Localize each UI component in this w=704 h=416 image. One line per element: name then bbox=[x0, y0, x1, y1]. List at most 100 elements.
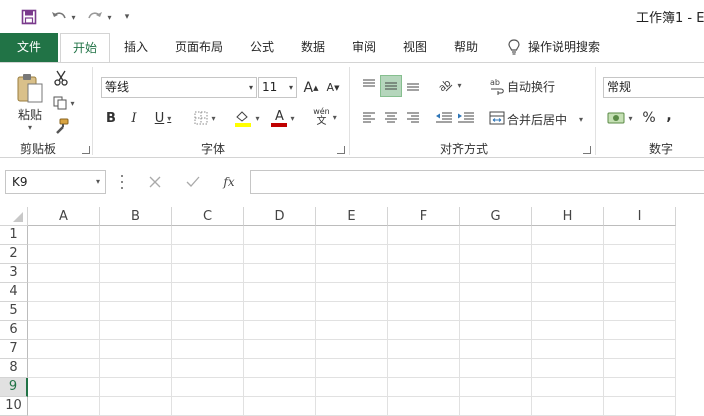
align-left-icon[interactable] bbox=[359, 108, 379, 128]
cell-e2[interactable] bbox=[316, 245, 388, 264]
cell-h4[interactable] bbox=[532, 283, 604, 302]
accounting-format-button[interactable]: ▾ bbox=[604, 108, 636, 128]
cell-g10[interactable] bbox=[460, 397, 532, 416]
cell-i7[interactable] bbox=[604, 340, 676, 359]
cell-e4[interactable] bbox=[316, 283, 388, 302]
tab-help[interactable]: 帮助 bbox=[448, 33, 484, 62]
save-icon[interactable] bbox=[18, 7, 40, 27]
cell-g8[interactable] bbox=[460, 359, 532, 378]
select-all-corner[interactable] bbox=[0, 207, 28, 226]
cell-c9[interactable] bbox=[172, 378, 244, 397]
cell-i5[interactable] bbox=[604, 302, 676, 321]
cell-a6[interactable] bbox=[28, 321, 100, 340]
cell-e3[interactable] bbox=[316, 264, 388, 283]
cell-a7[interactable] bbox=[28, 340, 100, 359]
cell-a1[interactable] bbox=[28, 226, 100, 245]
cell-d7[interactable] bbox=[244, 340, 316, 359]
cell-a10[interactable] bbox=[28, 397, 100, 416]
alignment-launcher-icon[interactable] bbox=[583, 146, 591, 154]
tab-file[interactable]: 文件 bbox=[0, 33, 58, 62]
tab-home[interactable]: 开始 bbox=[60, 33, 110, 63]
row-header-5[interactable]: 5 bbox=[0, 302, 28, 321]
cell-d3[interactable] bbox=[244, 264, 316, 283]
cell-b1[interactable] bbox=[100, 226, 172, 245]
cell-h9[interactable] bbox=[532, 378, 604, 397]
cell-c4[interactable] bbox=[172, 283, 244, 302]
cell-c6[interactable] bbox=[172, 321, 244, 340]
comma-style-button[interactable]: , bbox=[662, 106, 676, 126]
cell-c8[interactable] bbox=[172, 359, 244, 378]
cell-g1[interactable] bbox=[460, 226, 532, 245]
cell-e5[interactable] bbox=[316, 302, 388, 321]
enter-icon[interactable] bbox=[184, 173, 202, 191]
lightbulb-icon[interactable] bbox=[504, 33, 524, 62]
cell-e8[interactable] bbox=[316, 359, 388, 378]
cell-f4[interactable] bbox=[388, 283, 460, 302]
clipboard-launcher-icon[interactable] bbox=[82, 146, 90, 154]
row-header-7[interactable]: 7 bbox=[0, 340, 28, 359]
decrease-indent-icon[interactable] bbox=[433, 108, 455, 128]
cell-a9[interactable] bbox=[28, 378, 100, 397]
cell-g2[interactable] bbox=[460, 245, 532, 264]
worksheet-grid[interactable]: ABCDEFGHI 1 2 3 4 5 6 7 8 9 10 bbox=[0, 207, 704, 416]
formula-input[interactable] bbox=[250, 170, 704, 194]
cell-b8[interactable] bbox=[100, 359, 172, 378]
cell-h2[interactable] bbox=[532, 245, 604, 264]
cell-c1[interactable] bbox=[172, 226, 244, 245]
customize-icon[interactable]: ▾ bbox=[120, 7, 134, 27]
orientation-icon[interactable]: ab ▾ bbox=[434, 75, 464, 95]
cell-b5[interactable] bbox=[100, 302, 172, 321]
cell-b3[interactable] bbox=[100, 264, 172, 283]
merge-center-icon[interactable] bbox=[488, 108, 506, 128]
cell-b4[interactable] bbox=[100, 283, 172, 302]
column-header-i[interactable]: I bbox=[604, 207, 676, 226]
tab-data[interactable]: 数据 bbox=[295, 33, 331, 62]
cell-d4[interactable] bbox=[244, 283, 316, 302]
row-header-8[interactable]: 8 bbox=[0, 359, 28, 378]
tab-insert[interactable]: 插入 bbox=[118, 33, 154, 62]
column-header-e[interactable]: E bbox=[316, 207, 388, 226]
format-painter-icon[interactable] bbox=[52, 117, 70, 135]
tab-page-layout[interactable]: 页面布局 bbox=[170, 33, 228, 62]
cut-icon[interactable] bbox=[52, 69, 70, 87]
cell-g5[interactable] bbox=[460, 302, 532, 321]
cell-c10[interactable] bbox=[172, 397, 244, 416]
cell-a5[interactable] bbox=[28, 302, 100, 321]
cell-f1[interactable] bbox=[388, 226, 460, 245]
cell-a8[interactable] bbox=[28, 359, 100, 378]
cell-e10[interactable] bbox=[316, 397, 388, 416]
column-header-a[interactable]: A bbox=[28, 207, 100, 226]
grow-font-button[interactable]: A ▲ bbox=[301, 77, 321, 98]
cell-c3[interactable] bbox=[172, 264, 244, 283]
shrink-font-button[interactable]: A ▼ bbox=[323, 77, 343, 98]
cell-g4[interactable] bbox=[460, 283, 532, 302]
align-center-icon[interactable] bbox=[381, 108, 401, 128]
cell-e7[interactable] bbox=[316, 340, 388, 359]
font-color-button[interactable]: A ▾ bbox=[266, 107, 300, 129]
font-launcher-icon[interactable] bbox=[337, 146, 345, 154]
tab-formulas[interactable]: 公式 bbox=[244, 33, 280, 62]
cell-h3[interactable] bbox=[532, 264, 604, 283]
cell-g3[interactable] bbox=[460, 264, 532, 283]
cell-f7[interactable] bbox=[388, 340, 460, 359]
cell-a3[interactable] bbox=[28, 264, 100, 283]
cell-f5[interactable] bbox=[388, 302, 460, 321]
cell-d8[interactable] bbox=[244, 359, 316, 378]
row-header-4[interactable]: 4 bbox=[0, 283, 28, 302]
merge-center-button[interactable]: 合并后居中 ▾ bbox=[507, 110, 587, 128]
cell-d10[interactable] bbox=[244, 397, 316, 416]
cell-c7[interactable] bbox=[172, 340, 244, 359]
column-header-c[interactable]: C bbox=[172, 207, 244, 226]
wrap-text-icon[interactable]: ab bbox=[488, 75, 506, 97]
column-header-g[interactable]: G bbox=[460, 207, 532, 226]
align-top-icon[interactable] bbox=[359, 75, 379, 95]
cell-i4[interactable] bbox=[604, 283, 676, 302]
cell-h10[interactable] bbox=[532, 397, 604, 416]
copy-icon[interactable]: ▾ bbox=[50, 94, 78, 112]
cell-h1[interactable] bbox=[532, 226, 604, 245]
cell-i2[interactable] bbox=[604, 245, 676, 264]
tell-me-search[interactable]: 操作说明搜索 bbox=[528, 33, 614, 62]
wrap-text-button[interactable]: 自动换行 bbox=[507, 77, 567, 95]
cell-f9[interactable] bbox=[388, 378, 460, 397]
align-right-icon[interactable] bbox=[403, 108, 423, 128]
